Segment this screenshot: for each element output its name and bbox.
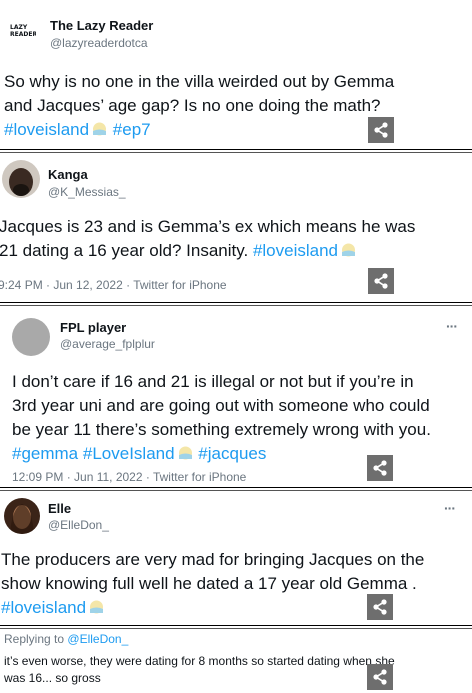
tweet-line: I don’t care if 16 and 21 is illegal or … bbox=[12, 372, 414, 391]
divider bbox=[0, 302, 472, 306]
hashtag-link[interactable]: #loveisland bbox=[1, 598, 86, 617]
share-button[interactable] bbox=[367, 455, 393, 481]
tweet-timestamp[interactable]: 12:09 PM · Jun 11, 2022 · Twitter for iP… bbox=[12, 470, 246, 484]
author-name[interactable]: The Lazy Reader bbox=[50, 18, 153, 33]
tweet-card-fpl-player[interactable]: FPL player @average_fplplur ··· I don’t … bbox=[0, 308, 472, 488]
share-icon bbox=[373, 460, 387, 476]
lazy-reader-logo[interactable]: LAZY READER bbox=[10, 24, 36, 44]
reply-card[interactable]: Replying to @ElleDon_ it’s even worse, t… bbox=[0, 630, 472, 693]
hashtag-link[interactable]: #ep7 bbox=[113, 120, 151, 139]
tweet-line: show knowing full well he dated a 17 yea… bbox=[1, 574, 417, 593]
more-dots-icon[interactable]: ··· bbox=[446, 318, 458, 334]
more-dots-icon[interactable]: ··· bbox=[444, 500, 456, 516]
tweet-line: be year 11 there’s something extremely w… bbox=[12, 420, 431, 439]
avatar[interactable] bbox=[2, 160, 40, 198]
divider bbox=[0, 625, 472, 629]
tweet-line: 21 dating a 16 year old? Insanity. #love… bbox=[0, 239, 415, 263]
author-handle[interactable]: @average_fplplur bbox=[60, 337, 155, 351]
share-button[interactable] bbox=[368, 117, 394, 143]
island-emoji-icon bbox=[88, 598, 105, 614]
author-name[interactable]: Elle bbox=[48, 501, 71, 516]
tweet-card-kanga[interactable]: Kanga @K_Messias_ Jacques is 23 and is G… bbox=[0, 154, 472, 298]
tweet-card-elle[interactable]: Elle @ElleDon_ ··· The producers are ver… bbox=[0, 492, 472, 624]
replying-to-label: Replying to bbox=[4, 632, 65, 646]
reply-line: it’s even worse, they were dating for 8 … bbox=[4, 654, 395, 668]
divider bbox=[0, 149, 472, 153]
share-button[interactable] bbox=[368, 268, 394, 294]
tweet-text: I don’t care if 16 and 21 is illegal or … bbox=[12, 370, 431, 466]
avatar[interactable] bbox=[4, 498, 40, 534]
share-icon bbox=[373, 669, 387, 685]
tweet-card-lazy-reader[interactable]: LAZY READER The Lazy Reader @lazyreaderd… bbox=[0, 0, 472, 150]
share-icon bbox=[374, 273, 388, 289]
island-emoji-icon bbox=[91, 120, 108, 136]
reply-text: it’s even worse, they were dating for 8 … bbox=[4, 653, 395, 687]
logo-text-reader: READER bbox=[10, 31, 36, 38]
replying-to-line: Replying to @ElleDon_ bbox=[4, 632, 128, 646]
tweet-line: The producers are very mad for bringing … bbox=[1, 550, 425, 569]
tweet-text: Jacques is 23 and is Gemma’s ex which me… bbox=[0, 215, 415, 263]
tweet-line: #loveisland #ep7 bbox=[4, 118, 394, 142]
hashtag-link[interactable]: #loveisland bbox=[4, 120, 89, 139]
author-name[interactable]: Kanga bbox=[48, 167, 88, 182]
tweet-line: So why is no one in the villa weirded ou… bbox=[4, 72, 395, 91]
hashtag-link[interactable]: #gemma bbox=[12, 444, 78, 463]
hashtag-link[interactable]: #jacques bbox=[198, 444, 266, 463]
tweet-text: The producers are very mad for bringing … bbox=[1, 548, 424, 620]
tweet-line: Jacques is 23 and is Gemma’s ex which me… bbox=[0, 217, 416, 236]
hashtag-link[interactable]: #loveisland bbox=[253, 241, 338, 260]
reply-mention-link[interactable]: @ElleDon_ bbox=[67, 632, 128, 646]
tweet-line: 3rd year uni and are going out with some… bbox=[12, 396, 430, 415]
hashtag-link[interactable]: #LoveIsland bbox=[83, 444, 175, 463]
tweet-timestamp[interactable]: 9:24 PM · Jun 12, 2022 · Twitter for iPh… bbox=[0, 278, 227, 292]
tweet-text: So why is no one in the villa weirded ou… bbox=[4, 70, 394, 142]
author-handle[interactable]: @ElleDon_ bbox=[48, 518, 109, 532]
logo-text-lazy: LAZY bbox=[10, 24, 28, 31]
share-icon bbox=[374, 122, 388, 138]
share-button[interactable] bbox=[367, 664, 393, 690]
island-emoji-icon bbox=[340, 241, 357, 257]
author-handle[interactable]: @K_Messias_ bbox=[48, 185, 126, 199]
share-icon bbox=[373, 599, 387, 615]
tweet-line-text: 21 dating a 16 year old? Insanity. bbox=[0, 241, 249, 260]
island-emoji-icon bbox=[177, 444, 194, 460]
avatar[interactable] bbox=[12, 318, 50, 356]
reply-line: was 16... so gross bbox=[4, 671, 101, 685]
author-name[interactable]: FPL player bbox=[60, 320, 126, 335]
share-button[interactable] bbox=[367, 594, 393, 620]
divider bbox=[0, 487, 472, 491]
tweet-line: and Jacques’ age gap? Is no one doing th… bbox=[4, 96, 381, 115]
tweet-line: #loveisland bbox=[1, 596, 424, 620]
author-handle[interactable]: @lazyreaderdotca bbox=[50, 36, 148, 50]
